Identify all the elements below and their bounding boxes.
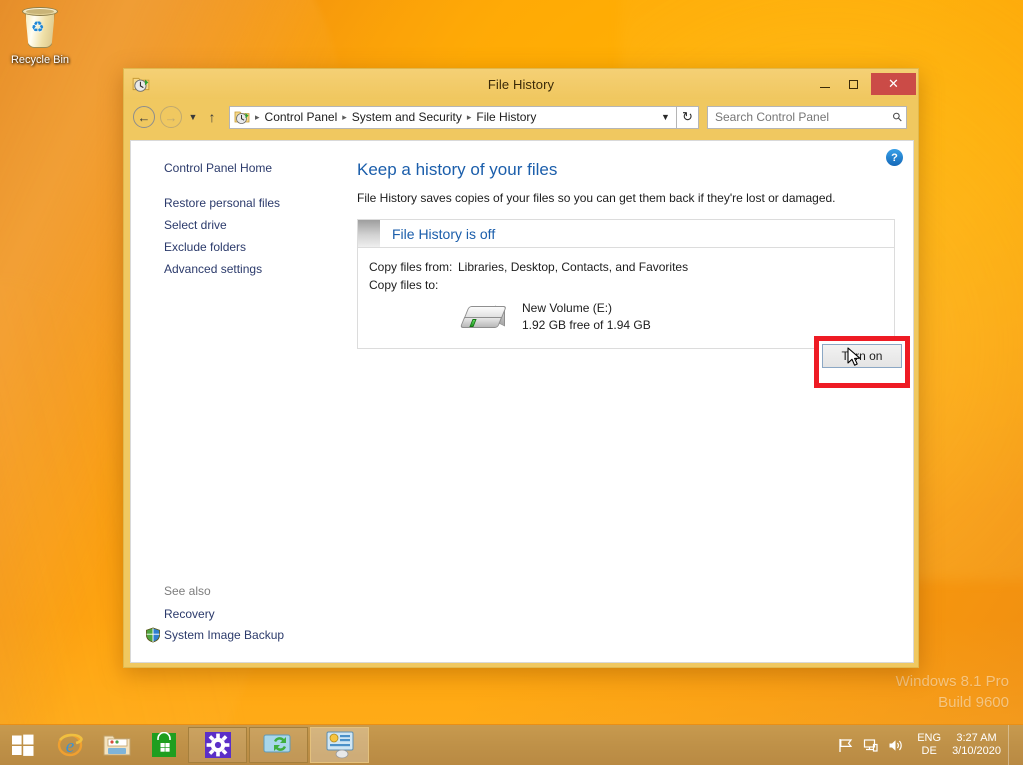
sidebar-item-restore-personal-files[interactable]: Restore personal files	[131, 192, 349, 214]
clock[interactable]: 3:27 AM 3/10/2020	[950, 732, 1008, 758]
back-arrow-icon[interactable]: ←	[133, 106, 155, 128]
status-body: Copy files from: Libraries, Desktop, Con…	[358, 248, 894, 348]
copy-files-from-value: Libraries, Desktop, Contacts, and Favori…	[458, 260, 689, 274]
sidebar-item-select-drive[interactable]: Select drive	[131, 214, 349, 236]
action-center-flag-icon[interactable]	[833, 725, 858, 765]
settings-icon	[204, 732, 231, 758]
drive-name: New Volume (E:)	[522, 301, 613, 315]
search-box[interactable]: ⚲	[707, 105, 907, 129]
breadcrumb[interactable]: ▸ Control Panel ▸ System and Security ▸ …	[229, 105, 677, 129]
forward-arrow-icon[interactable]: →	[160, 106, 182, 128]
language-indicator[interactable]: ENG DE	[908, 732, 950, 758]
window-title: File History	[487, 76, 555, 92]
see-also-section: See also Recovery System Image Backup	[131, 582, 349, 646]
drive-space: 1.92 GB free of 1.94 GB	[522, 318, 651, 332]
file-history-icon	[132, 77, 150, 92]
sidebar-item-system-image-backup[interactable]: System Image Backup	[131, 624, 349, 646]
window-titlebar[interactable]: File History ✕	[124, 69, 918, 99]
left-nav-pane: Control Panel Home Restore personal file…	[131, 141, 349, 662]
windows-store-icon	[151, 732, 176, 757]
breadcrumb-separator: ▸	[466, 111, 472, 122]
help-icon[interactable]: ?	[886, 149, 903, 166]
refresh-icon[interactable]: ↻	[677, 105, 699, 129]
status-badge: File History is off	[392, 225, 496, 242]
recycle-bin-label: Recycle Bin	[10, 54, 70, 66]
taskbar-task-settings[interactable]	[188, 727, 247, 763]
show-desktop-button[interactable]	[1008, 724, 1015, 765]
sidebar-item-exclude-folders[interactable]: Exclude folders	[131, 236, 349, 258]
svg-text:e: e	[65, 736, 73, 757]
external-drive-icon	[459, 300, 508, 334]
search-input[interactable]	[715, 110, 894, 124]
status-panel: File History is off Copy files from: Lib…	[357, 219, 895, 349]
taskbar-task-control-panel[interactable]	[310, 727, 369, 763]
copy-files-from-row: Copy files from: Libraries, Desktop, Con…	[358, 258, 894, 276]
main-pane: ? Keep a history of your files File Hist…	[349, 141, 913, 662]
sync-icon	[263, 734, 290, 753]
sidebar-item-advanced-settings[interactable]: Advanced settings	[131, 258, 349, 280]
file-explorer-icon	[103, 735, 130, 756]
chevron-down-icon[interactable]: ▼	[657, 107, 674, 128]
window-controls: ✕	[811, 69, 918, 99]
copy-files-to-row: Copy files to:	[358, 276, 894, 294]
breadcrumb-separator: ▸	[342, 111, 347, 122]
target-drive-row: New Volume (E:) 1.92 GB free of 1.94 GB	[358, 294, 894, 334]
taskbar: e ENG DE 3:27 AM 3/10/2020	[0, 724, 1023, 765]
control-panel-icon	[326, 731, 353, 759]
language-primary: ENG	[917, 732, 942, 744]
file-history-window[interactable]: File History ✕ ← → ▼ ↑ ▸ Control Panel ▸…	[123, 68, 919, 668]
up-arrow-icon[interactable]: ↑	[201, 106, 223, 128]
breadcrumb-item-file-history[interactable]: File History	[473, 110, 539, 124]
sidebar-item-recovery[interactable]: Recovery	[131, 604, 349, 624]
internet-explorer-icon: e	[57, 733, 83, 757]
drive-info: New Volume (E:) 1.92 GB free of 1.94 GB	[522, 300, 651, 334]
breadcrumb-separator: ▸	[255, 111, 260, 122]
taskbar-task-sync[interactable]	[249, 727, 308, 763]
breadcrumb-item-system-and-security[interactable]: System and Security	[349, 110, 465, 124]
clock-date: 3/10/2020	[952, 745, 1001, 757]
taskbar-file-explorer[interactable]	[93, 725, 140, 765]
sidebar-item-label: Recovery	[164, 607, 215, 621]
page-subtitle: File History saves copies of your files …	[357, 191, 836, 205]
recycle-bin-icon: ♻	[16, 4, 64, 52]
network-icon[interactable]	[858, 725, 883, 765]
taskbar-windows-store[interactable]	[140, 725, 187, 765]
close-button[interactable]: ✕	[871, 73, 916, 95]
copy-files-to-label: Copy files to:	[369, 278, 439, 292]
window-content: Control Panel Home Restore personal file…	[130, 140, 914, 663]
address-bar: ← → ▼ ↑ ▸ Control Panel ▸ System and Sec…	[124, 99, 918, 135]
sidebar-item-control-panel-home[interactable]: Control Panel Home	[131, 157, 349, 179]
shield-icon	[146, 627, 160, 643]
breadcrumb-item-control-panel[interactable]: Control Panel	[262, 110, 341, 124]
desktop-icon-recycle-bin[interactable]: ♻ Recycle Bin	[5, 4, 75, 67]
language-secondary: DE	[921, 745, 937, 757]
status-header: File History is off	[358, 220, 894, 248]
see-also-label: See also	[164, 584, 211, 598]
maximize-button[interactable]	[839, 73, 867, 95]
minimize-button[interactable]	[811, 73, 839, 95]
turn-on-button[interactable]: Turn on	[822, 344, 902, 368]
copy-files-from-label: Copy files from:	[369, 260, 453, 274]
system-tray: ENG DE 3:27 AM 3/10/2020	[833, 724, 1023, 765]
page-title: Keep a history of your files	[357, 160, 558, 179]
taskbar-internet-explorer[interactable]: e	[46, 725, 93, 765]
sidebar-item-label: System Image Backup	[164, 628, 285, 642]
desktop[interactable]: ♻ Recycle Bin Windows 8.1 Pro Build 9600…	[0, 0, 1023, 765]
file-history-icon	[234, 111, 250, 124]
windows-start-icon[interactable]	[0, 725, 46, 765]
status-accent-bar	[358, 220, 380, 247]
chevron-down-icon[interactable]: ▼	[185, 106, 201, 128]
clock-time: 3:27 AM	[956, 732, 997, 744]
volume-icon[interactable]	[883, 725, 908, 765]
